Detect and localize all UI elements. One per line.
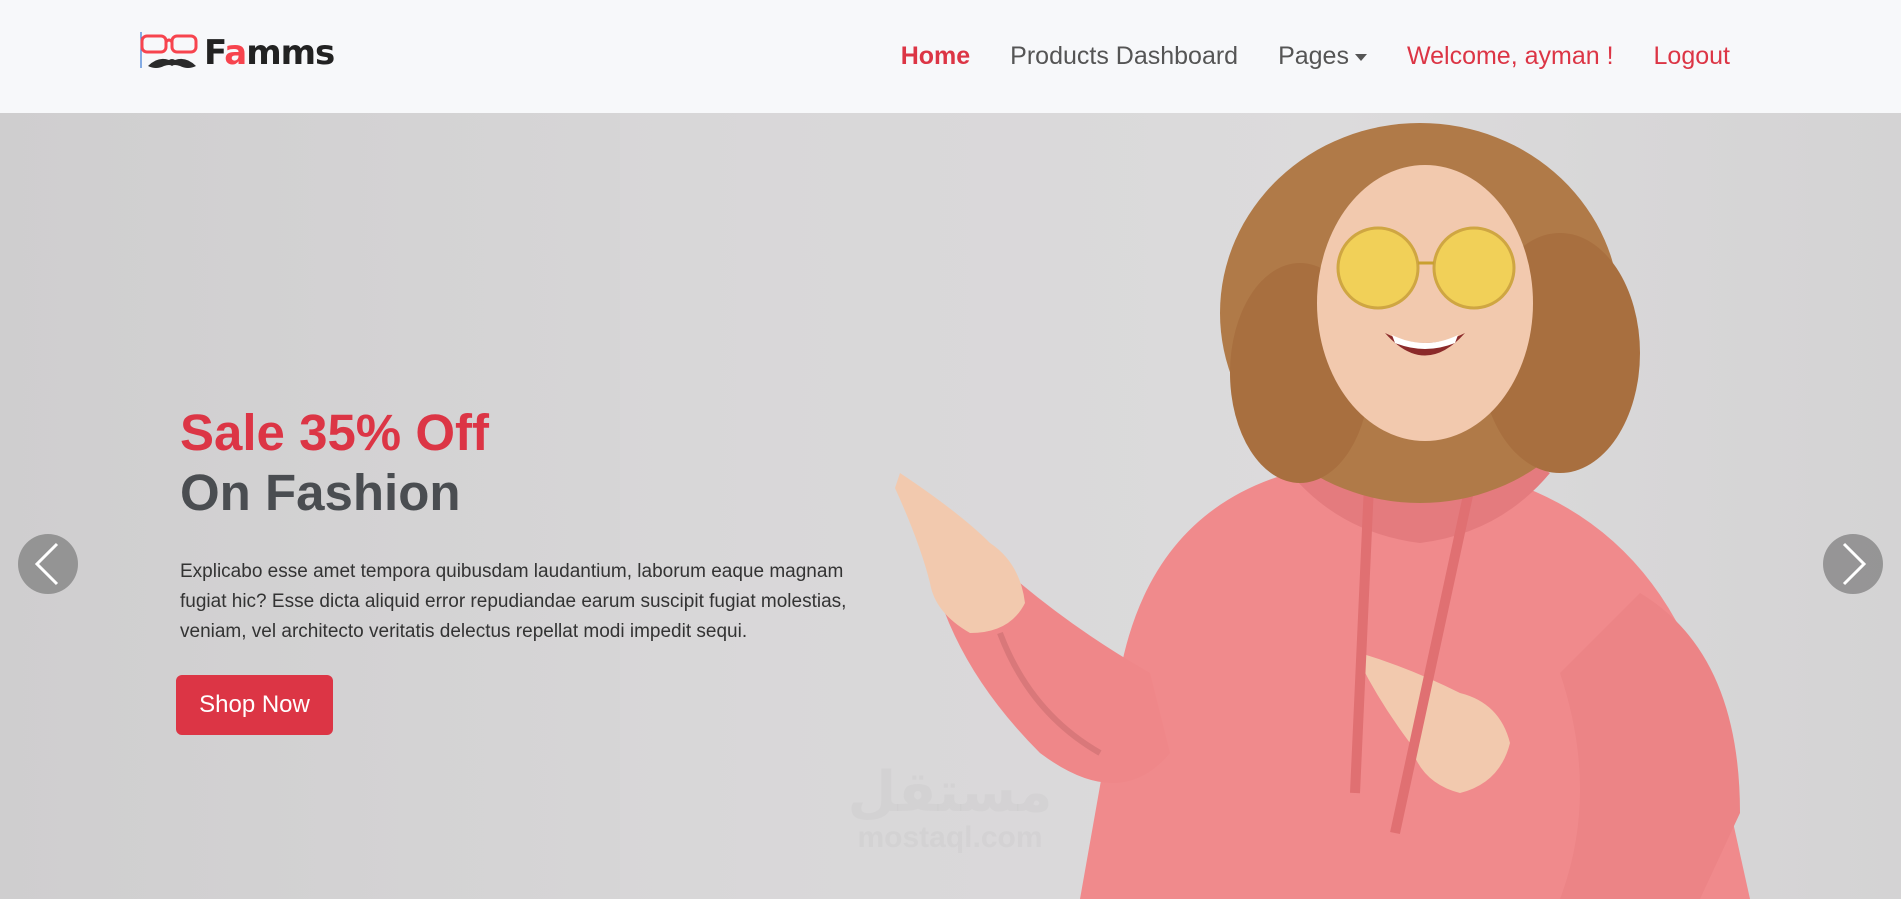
shop-now-button[interactable]: Shop Now xyxy=(176,675,333,735)
nav-products-dashboard[interactable]: Products Dashboard xyxy=(990,42,1258,71)
hero-headline-sale: Sale 35% Off xyxy=(180,404,489,461)
glasses-mustache-logo-icon xyxy=(140,32,198,68)
hero-headline-fashion: On Fashion xyxy=(180,464,461,521)
hero-text: Sale 35% Off On Fashion Explicabo esse a… xyxy=(180,403,900,666)
watermark: مستقل mostaql.com xyxy=(830,763,1070,853)
nav-home[interactable]: Home xyxy=(881,42,990,71)
main-nav: Home Products Dashboard Pages Welcome, a… xyxy=(881,0,1750,113)
navbar: Famms Home Products Dashboard Pages Welc… xyxy=(0,0,1901,113)
brand-logo-link[interactable]: Famms xyxy=(140,30,335,76)
hero-description: Explicabo esse amet tempora quibusdam la… xyxy=(180,561,847,642)
nav-pages-dropdown[interactable]: Pages xyxy=(1258,42,1387,71)
nav-welcome-user[interactable]: Welcome, ayman ! xyxy=(1387,42,1634,71)
hero-carousel: Sale 35% Off On Fashion Explicabo esse a… xyxy=(0,113,1901,899)
carousel-next-button[interactable] xyxy=(1823,534,1883,594)
carousel-prev-button[interactable] xyxy=(18,534,78,594)
watermark-latin: mostaql.com xyxy=(857,821,1043,854)
brand-name: Famms xyxy=(204,33,335,73)
nav-pages-label: Pages xyxy=(1278,42,1349,70)
watermark-arabic: مستقل xyxy=(847,760,1053,825)
caret-down-icon xyxy=(1354,54,1367,61)
nav-logout[interactable]: Logout xyxy=(1634,42,1750,71)
chevron-right-icon xyxy=(1842,542,1867,586)
chevron-left-icon xyxy=(34,542,59,586)
